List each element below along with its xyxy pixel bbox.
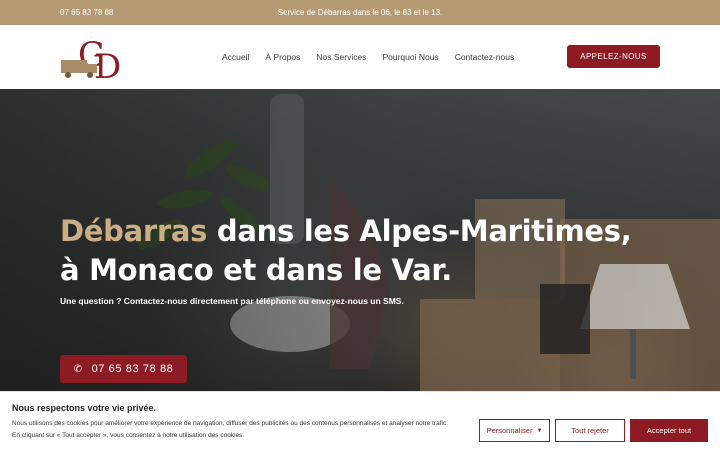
nav-pourquoi-nous[interactable]: Pourquoi Nous xyxy=(382,52,438,62)
cookie-customize-label: Personnaliser xyxy=(486,426,533,435)
logo-mark-icon: G D xyxy=(61,35,121,87)
main-nav: Accueil À Propos Nos Services Pourquoi N… xyxy=(222,52,530,62)
hero-phone-number: 07 65 83 78 88 xyxy=(91,363,174,375)
hero-section: Débarras dans les Alpes-Maritimes, à Mon… xyxy=(0,89,720,391)
cookie-text: Nous utilisons des cookies pour améliore… xyxy=(12,420,448,427)
top-bar: 07 65 83 78 88 Service de Débarras dans … xyxy=(0,0,720,25)
hero-phone-button[interactable]: ✆ 07 65 83 78 88 xyxy=(60,355,187,383)
cookie-title: Nous respectons votre vie privée. xyxy=(12,403,157,413)
call-us-button[interactable]: APPELEZ-NOUS xyxy=(567,45,660,68)
hero-title-line2: à Monaco et dans le Var. xyxy=(60,253,452,287)
nav-contactez-nous[interactable]: Contactez-nous xyxy=(455,52,515,62)
svg-text:D: D xyxy=(94,47,121,82)
cookie-consent-text: En cliquant sur « Tout accepter », vous … xyxy=(12,432,245,439)
site-header: G D Accueil À Propos Nos Services Pourqu… xyxy=(0,25,720,89)
nav-a-propos[interactable]: À Propos xyxy=(265,52,300,62)
hero-title: Débarras dans les Alpes-Maritimes, à Mon… xyxy=(60,212,660,290)
cookie-accept-button[interactable]: Accepter tout xyxy=(630,419,708,442)
hero-subtitle: Une question ? Contactez-nous directemen… xyxy=(60,296,404,306)
cookie-reject-button[interactable]: Tout rejeter xyxy=(555,419,625,442)
phone-icon: ✆ xyxy=(73,363,83,375)
hero-title-line1: dans les Alpes-Maritimes, xyxy=(207,214,632,248)
cookie-customize-button[interactable]: Personnaliser ▼ xyxy=(479,419,550,442)
topbar-service-text: Service de Débarras dans le 06, le 83 et… xyxy=(277,8,443,17)
nav-accueil[interactable]: Accueil xyxy=(222,52,249,62)
cookie-banner: Nous respectons votre vie privée. Nous u… xyxy=(0,391,720,450)
chevron-down-icon: ▼ xyxy=(536,427,543,434)
hero-title-accent: Débarras xyxy=(60,214,208,248)
nav-nos-services[interactable]: Nos Services xyxy=(316,52,366,62)
site-logo[interactable]: G D xyxy=(58,32,124,87)
